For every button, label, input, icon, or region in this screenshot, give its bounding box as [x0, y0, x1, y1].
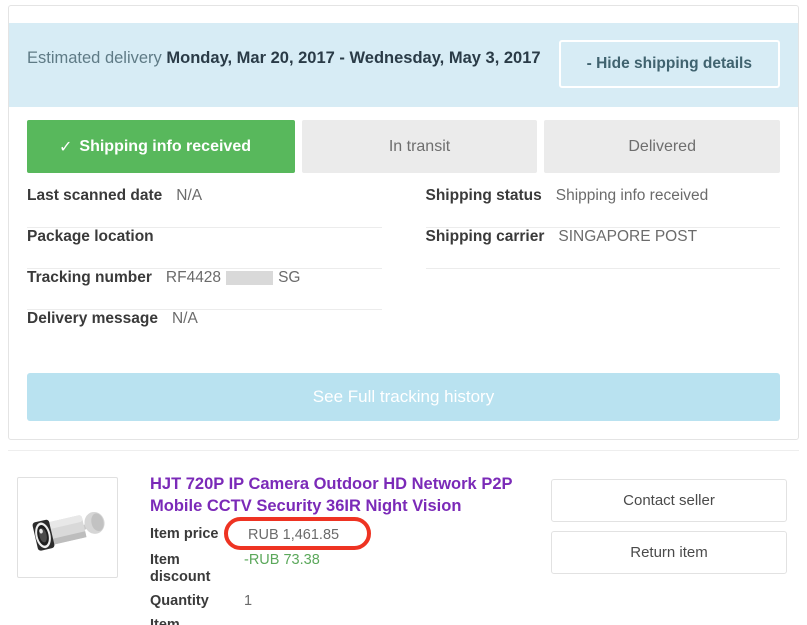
see-full-tracking-history-button[interactable]: See Full tracking history [27, 373, 780, 421]
tab-label: Delivered [628, 137, 696, 155]
row-value: N/A [176, 187, 203, 204]
check-icon: ✓ [59, 138, 73, 156]
estimated-delivery-range: Monday, Mar 20, 2017 - Wednesday, May 3,… [166, 49, 541, 67]
row-value: RF4428 SG [166, 269, 301, 287]
row-label: Delivery message [27, 310, 158, 327]
row-value: N/A [171, 310, 198, 327]
item-row-item-price: Item price RUB 1,461.85 [150, 517, 551, 550]
row-label: Package location [27, 228, 154, 245]
order-shipping-page: Estimated delivery Monday, Mar 20, 2017 … [0, 0, 807, 625]
tracking-number-prefix: RF4428 [165, 269, 222, 286]
tab-in-transit[interactable]: In transit [301, 120, 538, 173]
row-value: Shipping info received [555, 187, 709, 204]
item-row-quantity: Quantity 1 [150, 593, 551, 610]
shipping-progress-tabs: ✓ Shipping info received In transit Deli… [9, 107, 798, 173]
estimated-delivery-text: Estimated delivery Monday, Mar 20, 2017 … [27, 40, 541, 70]
item-title-link[interactable]: HJT 720P IP Camera Outdoor HD Network P2… [150, 473, 540, 517]
item-details: HJT 720P IP Camera Outdoor HD Network P2… [118, 465, 551, 625]
item-row-item-partial: Item [150, 617, 551, 625]
shipping-info-grid: Last scanned date N/A Package location T… [9, 187, 798, 351]
row-value: SINGAPORE POST [558, 228, 698, 245]
row-tracking-number: Tracking number RF4428 SG [27, 269, 382, 310]
row-label: Last scanned date [27, 187, 163, 204]
row-label: Tracking number [27, 269, 152, 286]
item-row-item-discount: Item discount -RUB 73.38 [150, 552, 551, 586]
item-row-label: Quantity [150, 593, 209, 609]
row-shipping-status: Shipping status Shipping info received [425, 187, 780, 228]
row-label: Shipping carrier [425, 228, 545, 245]
item-row-label: Item discount [150, 552, 211, 585]
row-delivery-message: Delivery message N/A [27, 310, 382, 351]
item-row-label: Item price [150, 526, 219, 542]
item-row-value: RUB 1,461.85 [224, 517, 371, 550]
item-row-value: 1 [244, 593, 253, 609]
item-attribute-rows: Item price RUB 1,461.85 Item discount -R… [150, 517, 551, 625]
shipping-details-card: Estimated delivery Monday, Mar 20, 2017 … [8, 5, 799, 440]
item-price-value: RUB 1,461.85 [248, 527, 340, 543]
contact-seller-button[interactable]: Contact seller [551, 479, 787, 522]
item-actions: Contact seller Return item [551, 465, 799, 625]
row-shipping-carrier: Shipping carrier SINGAPORE POST [425, 228, 780, 269]
order-item-card: HJT 720P IP Camera Outdoor HD Network P2… [8, 450, 799, 625]
tracking-number-suffix: SG [278, 269, 301, 286]
item-thumbnail[interactable] [17, 477, 118, 578]
item-row-value: -RUB 73.38 [244, 552, 320, 568]
row-package-location: Package location [27, 228, 382, 269]
item-row-label: Item [150, 617, 180, 625]
row-label: Shipping status [425, 187, 542, 204]
estimated-delivery-banner: Estimated delivery Monday, Mar 20, 2017 … [9, 23, 798, 107]
tab-delivered[interactable]: Delivered [544, 120, 781, 173]
cctv-camera-icon [21, 481, 114, 574]
redaction-block [226, 271, 274, 285]
row-last-scanned-date: Last scanned date N/A [27, 187, 382, 228]
shipping-info-right-column: Shipping status Shipping info received S… [404, 187, 780, 351]
hide-shipping-details-button[interactable]: - Hide shipping details [558, 40, 780, 88]
shipping-info-left-column: Last scanned date N/A Package location T… [27, 187, 404, 351]
estimated-delivery-label: Estimated delivery [27, 49, 162, 67]
tab-shipping-info-received[interactable]: ✓ Shipping info received [27, 120, 295, 173]
return-item-button[interactable]: Return item [551, 531, 787, 574]
tab-label: In transit [388, 137, 451, 155]
tab-label: Shipping info received [79, 137, 251, 155]
